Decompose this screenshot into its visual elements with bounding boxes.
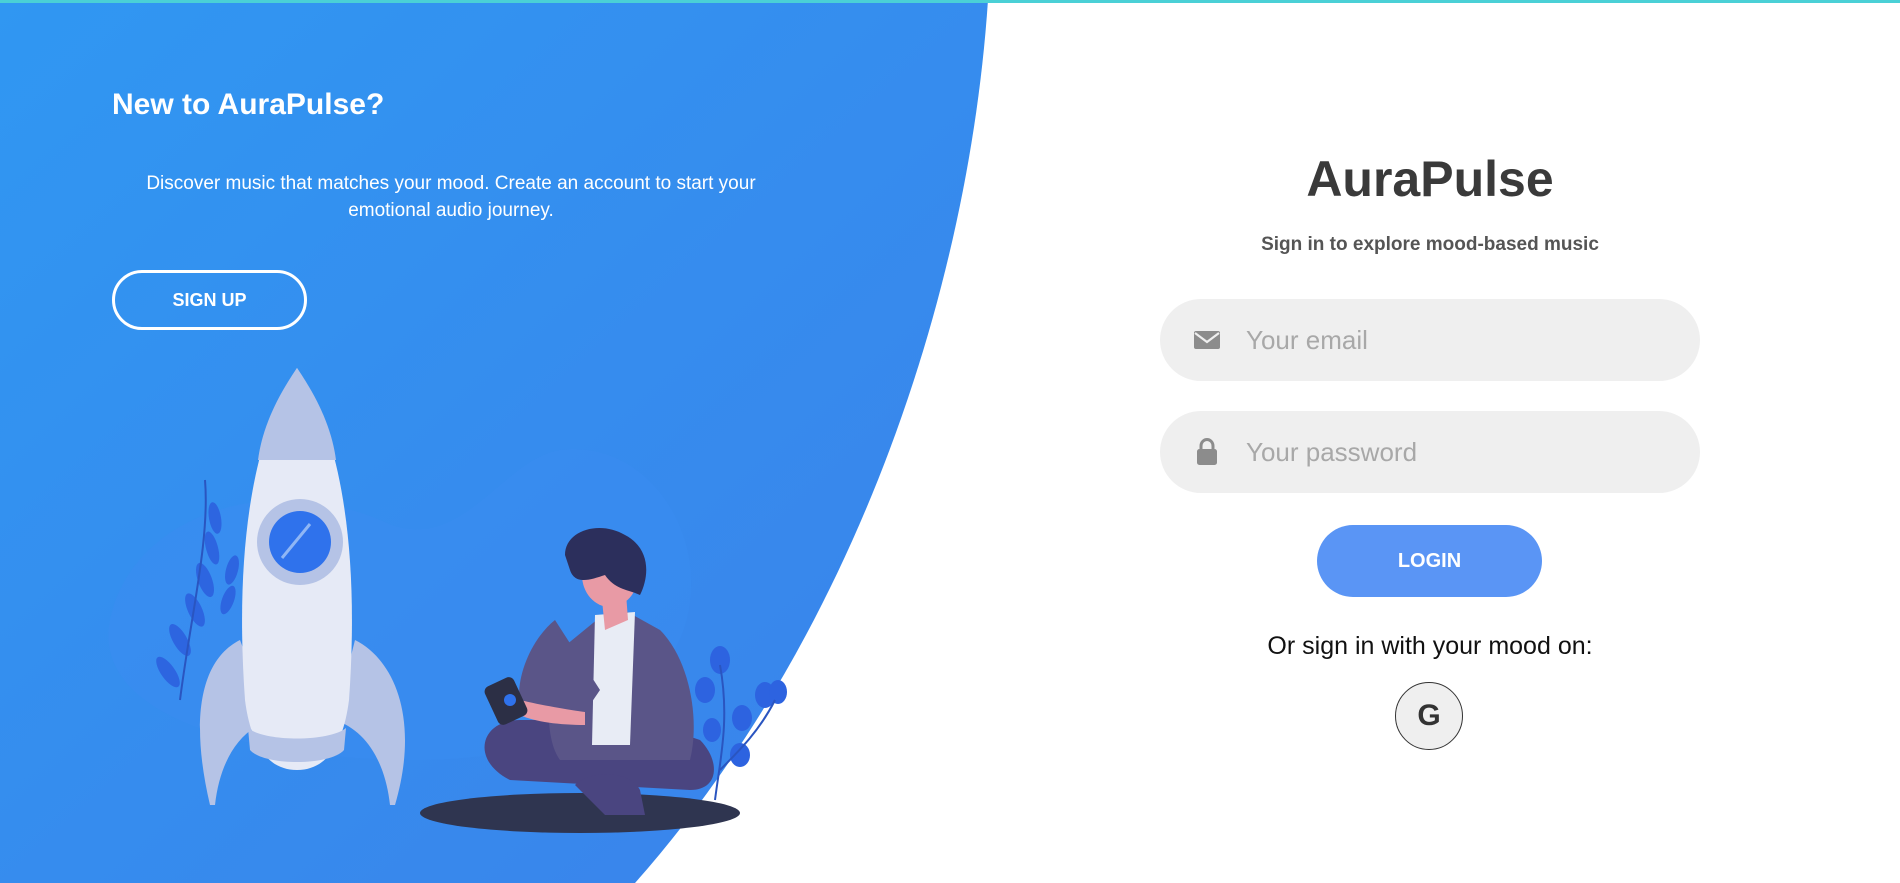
top-accent-strip bbox=[0, 0, 1900, 3]
signup-section: New to AuraPulse? Discover music that ma… bbox=[0, 0, 900, 883]
login-page: New to AuraPulse? Discover music that ma… bbox=[0, 0, 1900, 883]
signup-description: Discover music that matches your mood. C… bbox=[146, 173, 756, 221]
signup-button[interactable]: SIGN UP bbox=[112, 270, 307, 330]
signup-heading: New to AuraPulse? bbox=[112, 88, 385, 121]
